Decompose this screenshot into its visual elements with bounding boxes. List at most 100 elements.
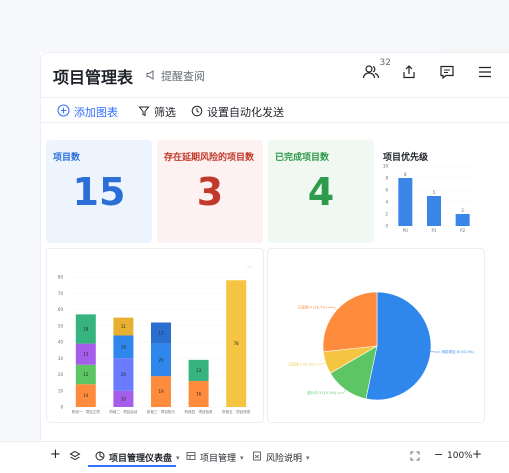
leader-line [327,306,337,311]
segment-value-label: 19 [158,389,164,394]
table-icon [186,451,196,464]
pie-slice [322,291,378,353]
segment-value-label: 12 [83,372,89,377]
segment-value-label: 18 [83,327,89,332]
dashboard-window: 项目管理表 提醒查阅 32 添加图表 筛选 设置自动化发送 项目数 15 存在延… [40,52,509,473]
x-tick-label: 阶段四 · 项目验收 [185,409,213,414]
leader-line [337,389,346,394]
header-actions: 32 [360,58,496,85]
desktop-background [0,0,509,52]
comment-icon [439,64,455,84]
page-title: 项目管理表 [53,68,134,87]
segment-value-label: 11 [121,324,127,329]
bottom-bar: + 项目管理仪表盘 ▾ 项目管理 ▾ 风险说明 ▾ − 100% + [0,441,509,473]
filter-button[interactable]: 筛选 [138,104,176,120]
bar [455,214,470,226]
zoom-in-button[interactable]: + [472,447,482,461]
desktop-corner [440,0,509,52]
x-tick-label: 阶段五 · 项目完成 [222,409,250,414]
segment-value-label: 13 [83,352,89,357]
x-tick-label: P0 [403,228,408,233]
tab-label: 项目管理仪表盘 [109,454,173,464]
add-chart-button[interactable]: 添加图表 [57,104,118,120]
bar [427,196,441,226]
segment-value-label: 78 [234,341,240,346]
y-tick-label: 20 [58,372,64,377]
slice-label: 已延期 4 (26.7%) [298,304,327,309]
segment-value-label: 14 [83,393,89,398]
y-tick-label: 10 [58,388,64,393]
stat-card-delay-risk[interactable]: 存在延期风险的项目数 3 [157,140,263,243]
tab-risk-notes[interactable]: 风险说明 ▾ [252,451,310,464]
y-tick-label: 4 [385,200,388,205]
share-button[interactable] [398,63,420,85]
remind-label: 提醒查阅 [161,70,205,83]
desktop-left-strip [0,0,40,473]
collaborators-button[interactable]: 32 [360,58,391,85]
add-chart-label: 添加图表 [74,106,118,119]
tab-dashboard[interactable]: 项目管理仪表盘 ▾ [95,451,180,464]
x-tick-label: 阶段一 · 项目立项 [72,409,100,414]
stat-card-total[interactable]: 项目数 15 [46,140,152,243]
x-tick-label: P1 [432,228,437,233]
add-sheet-button[interactable]: + [50,447,61,462]
priority-chart-card[interactable]: 项目优先级 0 2 4 6 8 10 8 P0 5 P1 2 P2 [377,140,484,243]
leader-line [315,362,326,365]
stage-stacked-bar-chart: 0 10 20 30 40 50 60 70 80 14 12 13 18 阶段一 · 项目立项 10 20 1… [58,275,255,414]
remind-button[interactable]: 提醒查阅 [145,68,205,84]
megaphone-icon [145,69,157,84]
stat-value: 4 [307,170,335,214]
hamburger-icon [477,64,493,84]
clock-icon [191,105,203,120]
y-tick-label: 10 [383,164,389,169]
priority-bar-chart: 0 2 4 6 8 10 8 P0 5 P1 2 P2 [383,164,477,233]
automation-button[interactable]: 设置自动化发送 [191,104,284,120]
add-circle-icon [57,104,70,120]
segment-value-label: 13 [158,331,164,336]
y-tick-label: 70 [58,291,64,296]
segment-value-label: 14 [121,344,127,349]
filter-icon [138,105,150,120]
status-pie-chart-card[interactable]: 风险项目 8 (53.3%) 进行中 3 (13.3%) 已完成 2 (6.7%) 已… [267,248,485,423]
stage-stacked-chart-card[interactable]: ⋯ 0 10 20 30 40 50 60 70 80 14 12 13 18 阶段一 · 项目立项 10 2… [46,248,264,423]
segment-value-label: 20 [121,372,127,377]
doc-icon [252,451,262,464]
header: 项目管理表 提醒查阅 32 [41,53,509,97]
segment-value-label: 13 [196,368,202,373]
status-pie-chart: 风险项目 8 (53.3%) 进行中 3 (13.3%) 已完成 2 (6.7%) 已… [288,291,475,401]
stat-label: 存在延期风险的项目数 [164,153,255,163]
comment-button[interactable] [436,63,458,85]
segment-value-label: 16 [196,392,202,397]
stat-label: 项目数 [53,153,81,163]
y-tick-label: 80 [58,275,64,280]
y-tick-label: 8 [385,176,388,181]
users-icon [362,64,380,84]
segment-value-label: 10 [121,396,127,401]
zoom-out-button[interactable]: − [434,448,443,461]
slice-label: 风险项目 8 (53.3%) [442,349,475,354]
slice-label: 进行中 3 (13.3%) [307,390,336,395]
bar-value-label: 8 [404,172,407,177]
y-tick-label: 0 [60,405,63,410]
layers-icon [69,450,81,465]
layers-button[interactable] [69,450,81,465]
segment-value-label: 20 [158,357,164,362]
share-icon [401,64,417,84]
fullscreen-button[interactable] [410,451,420,464]
tab-project-management[interactable]: 项目管理 ▾ [186,451,244,464]
y-tick-label: 40 [58,340,64,345]
y-tick-label: 50 [58,323,64,328]
y-tick-label: 2 [385,212,388,217]
tab-label: 风险说明 [266,454,303,464]
collaborator-count: 32 [379,58,391,68]
plus-icon: + [50,447,61,462]
menu-button[interactable] [474,63,496,85]
y-tick-label: 0 [385,224,388,229]
bar-value-label: 2 [461,208,464,213]
stat-card-completed[interactable]: 已完成项目数 4 [268,140,374,243]
stat-label: 已完成项目数 [275,153,330,163]
x-tick-label: 阶段三 · 项目执行 [147,409,175,414]
filter-label: 筛选 [154,106,176,119]
slice-label: 已完成 2 (6.7%) [288,361,315,366]
stat-value: 3 [196,170,224,214]
